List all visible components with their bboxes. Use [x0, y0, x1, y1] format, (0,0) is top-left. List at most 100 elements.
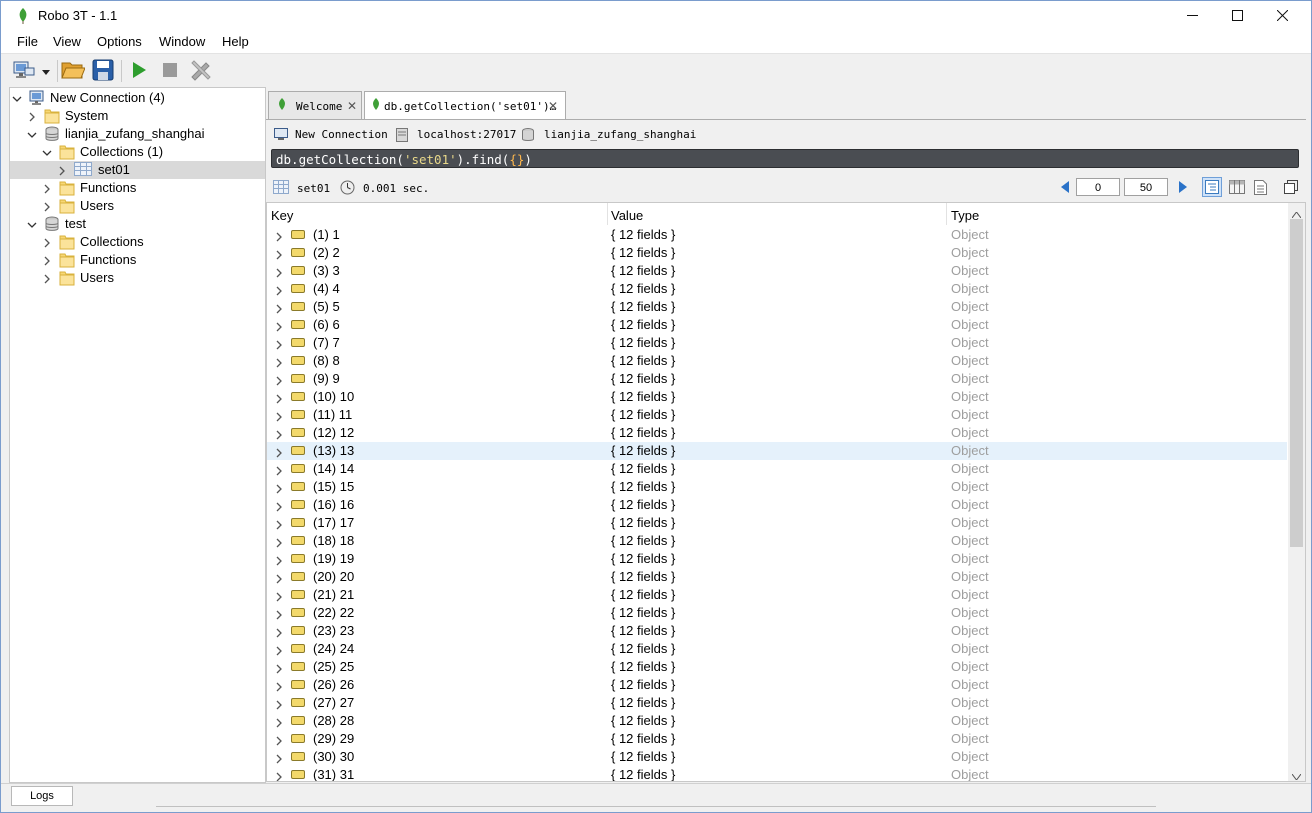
table-row[interactable]: (19) 19 { 12 fields } Object: [267, 550, 1287, 568]
menu-help[interactable]: Help: [222, 34, 249, 49]
text-view-icon[interactable]: [1254, 180, 1267, 198]
tree-item[interactable]: Functions: [10, 251, 265, 269]
tab-welcome[interactable]: Welcome ✕: [268, 91, 362, 120]
chevron-right-icon[interactable]: [42, 255, 52, 266]
menu-window[interactable]: Window: [159, 34, 205, 49]
table-row[interactable]: (13) 13 { 12 fields } Object: [267, 442, 1287, 460]
close-tab-icon[interactable]: ✕: [347, 99, 357, 113]
table-row[interactable]: (15) 15 { 12 fields } Object: [267, 478, 1287, 496]
table-row[interactable]: (9) 9 { 12 fields } Object: [267, 370, 1287, 388]
chevron-right-icon[interactable]: [274, 248, 284, 263]
menu-view[interactable]: View: [53, 34, 81, 49]
table-row[interactable]: (8) 8 { 12 fields } Object: [267, 352, 1287, 370]
chevron-down-icon[interactable]: [42, 147, 52, 157]
next-page-icon[interactable]: [1179, 181, 1187, 196]
table-row[interactable]: (1) 1 { 12 fields } Object: [267, 226, 1287, 244]
table-view-icon[interactable]: [1229, 180, 1245, 197]
page-start-input[interactable]: 0: [1076, 178, 1120, 196]
chevron-right-icon[interactable]: [274, 752, 284, 767]
menu-options[interactable]: Options: [97, 34, 142, 49]
execute-button[interactable]: [126, 58, 152, 84]
table-row[interactable]: (17) 17 { 12 fields } Object: [267, 514, 1287, 532]
column-header-type[interactable]: Type: [951, 208, 979, 223]
maximize-button[interactable]: [1214, 1, 1260, 31]
chevron-right-icon[interactable]: [274, 320, 284, 335]
chevron-right-icon[interactable]: [274, 392, 284, 407]
chevron-right-icon[interactable]: [274, 230, 284, 245]
tree-item[interactable]: set01: [10, 161, 265, 179]
column-header-key[interactable]: Key: [271, 208, 293, 223]
connect-dropdown-button[interactable]: [39, 58, 53, 84]
chevron-right-icon[interactable]: [42, 237, 52, 248]
chevron-right-icon[interactable]: [274, 770, 284, 781]
close-button[interactable]: [1259, 1, 1305, 31]
table-row[interactable]: (6) 6 { 12 fields } Object: [267, 316, 1287, 334]
save-button[interactable]: [90, 58, 116, 84]
table-row[interactable]: (22) 22 { 12 fields } Object: [267, 604, 1287, 622]
table-row[interactable]: (21) 21 { 12 fields } Object: [267, 586, 1287, 604]
column-divider[interactable]: [946, 203, 947, 225]
chevron-right-icon[interactable]: [42, 201, 52, 212]
chevron-right-icon[interactable]: [57, 165, 67, 176]
menu-file[interactable]: File: [17, 34, 38, 49]
table-row[interactable]: (20) 20 { 12 fields } Object: [267, 568, 1287, 586]
chevron-right-icon[interactable]: [42, 273, 52, 284]
chevron-right-icon[interactable]: [42, 183, 52, 194]
tree-view-button[interactable]: [1202, 177, 1222, 197]
chevron-right-icon[interactable]: [274, 572, 284, 587]
chevron-right-icon[interactable]: [274, 716, 284, 731]
chevron-right-icon[interactable]: [274, 374, 284, 389]
table-row[interactable]: (3) 3 { 12 fields } Object: [267, 262, 1287, 280]
column-divider[interactable]: [607, 203, 608, 225]
table-row[interactable]: (14) 14 { 12 fields } Object: [267, 460, 1287, 478]
tree-item[interactable]: New Connection (4): [10, 89, 265, 107]
close-tab-icon[interactable]: ✕: [548, 99, 558, 113]
scroll-down-icon[interactable]: [1291, 769, 1302, 781]
tree-item[interactable]: System: [10, 107, 265, 125]
table-row[interactable]: (25) 25 { 12 fields } Object: [267, 658, 1287, 676]
table-row[interactable]: (29) 29 { 12 fields } Object: [267, 730, 1287, 748]
open-button[interactable]: [60, 58, 86, 84]
table-row[interactable]: (24) 24 { 12 fields } Object: [267, 640, 1287, 658]
chevron-right-icon[interactable]: [274, 302, 284, 317]
chevron-right-icon[interactable]: [274, 410, 284, 425]
chevron-right-icon[interactable]: [274, 356, 284, 371]
vertical-scrollbar[interactable]: [1288, 203, 1305, 781]
chevron-right-icon[interactable]: [274, 464, 284, 479]
tree-item[interactable]: test: [10, 215, 265, 233]
chevron-right-icon[interactable]: [274, 518, 284, 533]
table-row[interactable]: (11) 11 { 12 fields } Object: [267, 406, 1287, 424]
tree-item[interactable]: Collections: [10, 233, 265, 251]
chevron-right-icon[interactable]: [274, 536, 284, 551]
column-header-value[interactable]: Value: [611, 208, 643, 223]
table-row[interactable]: (2) 2 { 12 fields } Object: [267, 244, 1287, 262]
chevron-right-icon[interactable]: [274, 680, 284, 695]
chevron-right-icon[interactable]: [274, 338, 284, 353]
tree-item[interactable]: Collections (1): [10, 143, 265, 161]
table-row[interactable]: (27) 27 { 12 fields } Object: [267, 694, 1287, 712]
chevron-right-icon[interactable]: [274, 446, 284, 461]
chevron-right-icon[interactable]: [27, 111, 37, 122]
tree-item[interactable]: Users: [10, 269, 265, 287]
table-row[interactable]: (23) 23 { 12 fields } Object: [267, 622, 1287, 640]
chevron-down-icon[interactable]: [27, 219, 37, 229]
chevron-down-icon[interactable]: [27, 129, 37, 139]
chevron-down-icon[interactable]: [12, 93, 22, 103]
table-row[interactable]: (4) 4 { 12 fields } Object: [267, 280, 1287, 298]
chevron-right-icon[interactable]: [274, 500, 284, 515]
chevron-right-icon[interactable]: [274, 428, 284, 443]
chevron-right-icon[interactable]: [274, 626, 284, 641]
tree-item[interactable]: Users: [10, 197, 265, 215]
connect-button[interactable]: [11, 58, 37, 84]
chevron-right-icon[interactable]: [274, 734, 284, 749]
table-row[interactable]: (7) 7 { 12 fields } Object: [267, 334, 1287, 352]
chevron-right-icon[interactable]: [274, 554, 284, 569]
explain-button[interactable]: [187, 58, 215, 84]
tree-item[interactable]: Functions: [10, 179, 265, 197]
minimize-button[interactable]: [1169, 1, 1215, 31]
table-row[interactable]: (5) 5 { 12 fields } Object: [267, 298, 1287, 316]
table-row[interactable]: (16) 16 { 12 fields } Object: [267, 496, 1287, 514]
chevron-right-icon[interactable]: [274, 662, 284, 677]
table-row[interactable]: (30) 30 { 12 fields } Object: [267, 748, 1287, 766]
results-grid[interactable]: Key Value Type (1) 1{ 12 fields } Object(…: [266, 202, 1306, 782]
